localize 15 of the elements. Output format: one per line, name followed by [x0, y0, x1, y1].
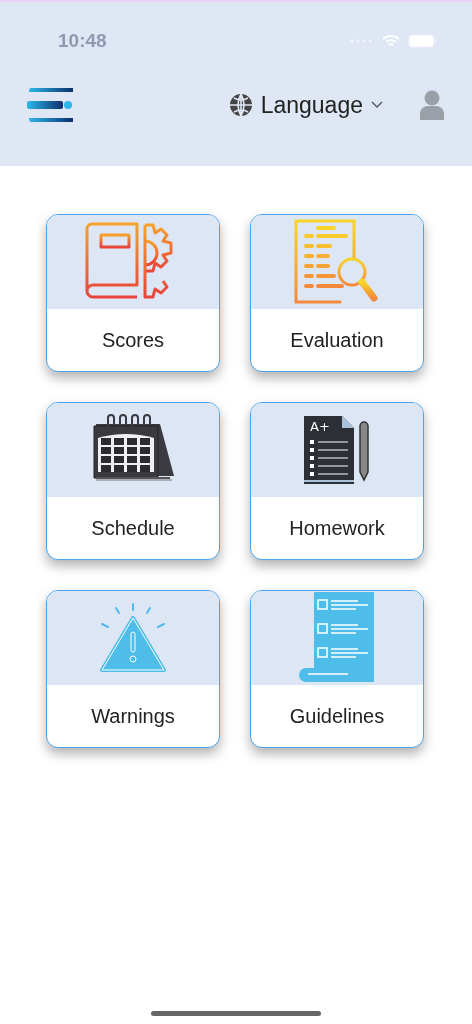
menu-tile[interactable]: Guidelines	[250, 590, 424, 748]
battery-icon	[408, 34, 438, 48]
menu-tile[interactable]: Schedule	[46, 402, 220, 560]
user-avatar-icon[interactable]	[419, 90, 445, 120]
menu-tile[interactable]: Warnings	[46, 590, 220, 748]
app-logo	[27, 86, 73, 124]
globe-icon	[228, 93, 253, 117]
status-time: 10:48	[58, 28, 107, 53]
language-selector[interactable]: Language	[228, 87, 383, 123]
menu-tile[interactable]: Scores	[46, 214, 220, 372]
menu-tile[interactable]: A+ Homework	[250, 402, 424, 560]
chevron-down-icon	[371, 101, 383, 109]
menu-tile[interactable]: Evaluation	[250, 214, 424, 372]
checklist-scroll-icon	[298, 592, 376, 684]
wifi-icon	[382, 34, 400, 48]
